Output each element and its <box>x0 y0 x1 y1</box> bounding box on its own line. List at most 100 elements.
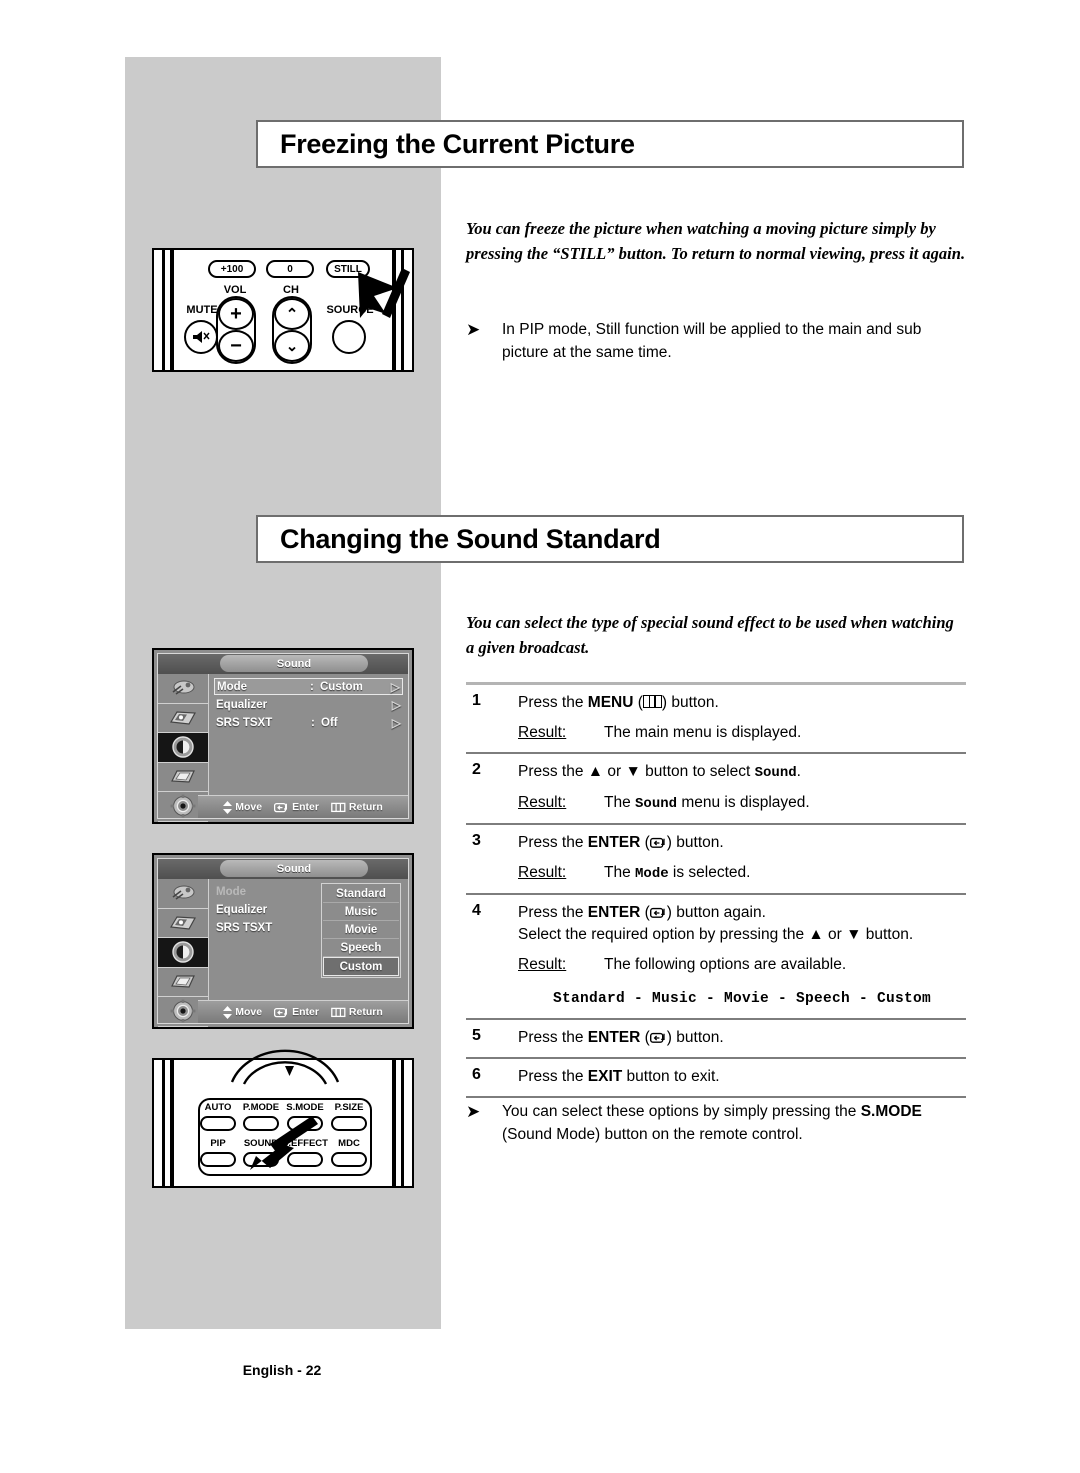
step-body: Press the EXIT button to exit. <box>518 1066 966 1088</box>
result-label: Result: <box>518 724 567 741</box>
step-text-before: Press the ▲ or ▼ button to select <box>518 763 755 780</box>
osd-icon-input[interactable] <box>158 674 208 704</box>
osd-row-colon: : <box>311 716 315 729</box>
step-result: Result: The following options are availa… <box>518 954 966 976</box>
step-1: 1 Press the MENU () button. Result: The … <box>466 685 966 752</box>
dropdown-option-music[interactable]: Music <box>323 903 399 921</box>
note-text-bold: S.MODE <box>860 1103 922 1120</box>
remote-button-auto <box>200 1116 236 1131</box>
remote-rail <box>162 1060 165 1186</box>
remote-button-mute <box>184 320 218 354</box>
osd-icon-input[interactable] <box>158 879 208 909</box>
step-number: 5 <box>472 1027 481 1044</box>
result-text-after: is selected. <box>668 864 751 881</box>
osd-hint-bar: Move Enter Return <box>198 1000 408 1023</box>
step-text-line2: Select the required option by pressing t… <box>518 926 914 943</box>
step-text-before: Press the <box>518 904 588 921</box>
up-down-arrows-icon <box>223 800 233 814</box>
step-text-after: button. <box>671 1029 724 1046</box>
step-text-after: button. <box>671 834 724 851</box>
bullet-arrow-icon: ➤ <box>466 320 481 339</box>
result-text-after: menu is displayed. <box>677 794 810 811</box>
dropdown-option-movie[interactable]: Movie <box>323 921 399 939</box>
menu-icon <box>331 802 346 812</box>
result-text-mono: Mode <box>635 866 669 882</box>
remote-label-auto: AUTO <box>204 1102 232 1113</box>
section2-note: ➤ You can select these options by simply… <box>466 1100 971 1146</box>
menu-icon <box>642 695 662 708</box>
section1-intro-text: You can freeze the picture when watching… <box>466 219 966 263</box>
step-6: 6 Press the EXIT button to exit. <box>466 1059 966 1096</box>
result-text: The Mode is selected. <box>604 862 750 885</box>
remote-rail <box>401 1060 404 1186</box>
remote-button-source <box>332 320 366 354</box>
picture-icon <box>170 711 196 725</box>
osd-hint-enter: Enter <box>274 1006 319 1018</box>
remote-rail <box>392 1060 396 1186</box>
osd-icon-pip[interactable] <box>158 763 208 792</box>
remote-button-psize <box>331 1116 367 1131</box>
osd-icon-picture[interactable] <box>158 704 208 733</box>
osd-row-srs-tsxt[interactable]: SRS TSXT : Off ▷ <box>214 714 403 731</box>
step-number: 4 <box>472 902 481 919</box>
section1-note-text: In PIP mode, Still function will be appl… <box>502 321 922 361</box>
osd-sound-menu-default: Sound Mode: Custom ▷ Equalizer ▷ SRS TS… <box>152 648 414 824</box>
step-text-mono: Sound <box>754 765 797 781</box>
osd-sound-menu-options: Sound Mode Equalizer SRS TSXT Standard M… <box>152 853 414 1029</box>
step-result: Result: The Sound menu is displayed. <box>518 792 966 815</box>
section-heading-sound: Changing the Sound Standard <box>256 515 964 563</box>
step-key-label: ENTER <box>587 904 641 921</box>
osd-icon-sound[interactable] <box>158 938 208 968</box>
step-key-label: EXIT <box>587 1068 623 1085</box>
osd-hint-move-label: Move <box>235 801 263 813</box>
up-down-arrows-icon <box>223 1005 233 1019</box>
osd-hint-bar: Move Enter Return <box>198 795 408 818</box>
note-text-part1: You can select these options by simply p… <box>502 1103 861 1120</box>
step-number: 2 <box>472 761 481 778</box>
step-text-before: Press the <box>518 694 588 711</box>
result-text: The Sound menu is displayed. <box>604 792 810 815</box>
section2-note-text: You can select these options by simply p… <box>502 1100 971 1146</box>
remote-rail <box>170 1060 174 1186</box>
osd-icon-sound[interactable] <box>158 733 208 763</box>
enter-icon <box>649 1032 665 1043</box>
pip-screen-icon <box>171 770 195 783</box>
osd-hint-move: Move <box>223 800 263 814</box>
step-5: 5 Press the ENTER () button. <box>466 1020 966 1057</box>
speaker-icon <box>172 736 194 758</box>
dropdown-option-standard[interactable]: Standard <box>323 885 399 903</box>
gear-icon <box>170 999 196 1023</box>
page-footer: English - 22 <box>201 1355 363 1385</box>
dropdown-option-speech[interactable]: Speech <box>323 939 399 957</box>
osd-icon-picture[interactable] <box>158 909 208 938</box>
osd-row-equalizer[interactable]: Equalizer ▷ <box>214 696 403 713</box>
pointer-arrow-icon <box>250 1116 318 1170</box>
section2-intro-text: You can select the type of special sound… <box>466 613 954 657</box>
remote-button-channel-up: ⌃ <box>274 298 310 330</box>
osd-row-mode[interactable]: Mode : Custom ▷ <box>214 678 403 695</box>
osd-hint-return: Return <box>331 1006 383 1018</box>
step-number: 1 <box>472 692 481 709</box>
result-label: Result: <box>518 956 567 973</box>
dropdown-option-custom[interactable]: Custom <box>323 957 399 976</box>
result-text: The following options are available. <box>604 956 847 973</box>
chevron-right-icon: ▷ <box>391 697 401 712</box>
step-4: 4 Press the ENTER () button again. Selec… <box>466 895 966 1018</box>
enter-icon <box>274 802 288 812</box>
osd-hint-move: Move <box>223 1005 262 1019</box>
osd-row-value: Custom <box>320 680 363 693</box>
remote-button-volume-up: + <box>218 298 254 330</box>
step-body: Press the ENTER () button. Result: The M… <box>518 832 966 885</box>
osd-hint-return: Return <box>331 801 383 813</box>
result-text: The main menu is displayed. <box>604 724 802 741</box>
pip-screen-icon <box>171 975 195 988</box>
step-text-after: button. <box>667 694 719 711</box>
osd-icon-pip[interactable] <box>158 968 208 997</box>
osd-row-colon: : <box>310 680 314 693</box>
remote-button-volume-down: − <box>218 330 254 362</box>
remote-control-bottom-illustration: AUTO P.MODE S.MODE P.SIZE PIP SOUND S.EF… <box>152 1049 414 1188</box>
menu-icon <box>331 1007 346 1017</box>
remote-label-mdc: MDC <box>338 1138 360 1149</box>
step-key-label: ENTER <box>587 1029 641 1046</box>
osd-hint-enter: Enter <box>274 801 319 813</box>
